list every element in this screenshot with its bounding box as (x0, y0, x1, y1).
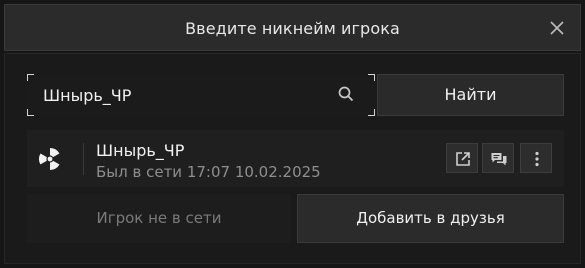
find-button[interactable]: Найти (377, 74, 564, 116)
dialog-title: Введите никнейм игрока (185, 19, 400, 38)
open-profile-button[interactable] (446, 143, 478, 173)
player-card: Шнырь_ЧР Был в сети 17:07 10.02.2025 (27, 130, 564, 187)
focus-corner (368, 109, 375, 116)
radiation-icon (37, 146, 63, 172)
search-field[interactable] (27, 74, 375, 116)
search-icon[interactable] (337, 85, 355, 103)
divider (83, 143, 84, 175)
nickname-input[interactable] (41, 74, 325, 116)
add-friend-button[interactable]: Добавить в друзья (297, 194, 564, 243)
chat-button[interactable] (482, 143, 514, 173)
dialog-body: Найти Шнырь_ЧР Был в сети 17:07 1 (4, 53, 581, 264)
player-status: Был в сети 17:07 10.02.2025 (96, 163, 321, 181)
focus-corner (27, 109, 34, 116)
close-icon[interactable] (546, 17, 568, 39)
external-link-icon (456, 152, 470, 166)
chat-icon (491, 153, 507, 166)
find-player-dialog: Введите никнейм игрока Найти (0, 0, 585, 268)
more-button[interactable] (520, 143, 552, 173)
focus-corner (368, 74, 375, 81)
dialog-header: Введите никнейм игрока (4, 4, 581, 51)
more-vertical-icon (535, 151, 539, 167)
player-offline-button: Игрок не в сети (27, 194, 291, 243)
focus-corner (27, 74, 34, 81)
player-nickname: Шнырь_ЧР (96, 141, 185, 160)
